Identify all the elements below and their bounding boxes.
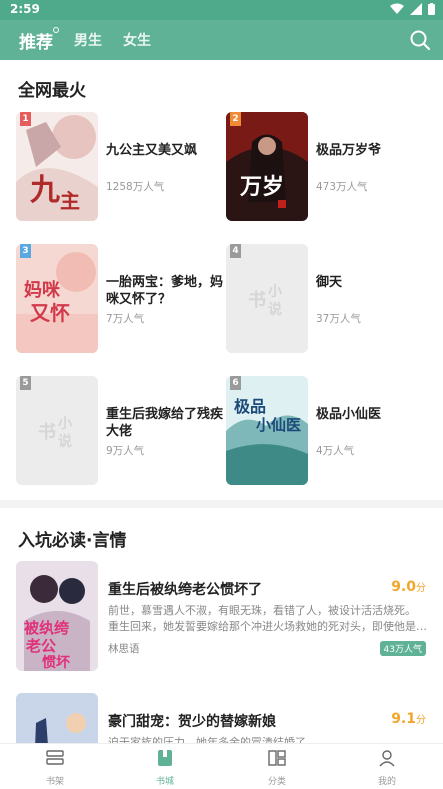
nav-label: 我的 (377, 777, 396, 787)
tab-recommend[interactable]: 推荐 (19, 28, 53, 53)
book-title: 御天 (316, 275, 343, 290)
svg-text:万岁: 万岁 (239, 174, 284, 200)
rank-badge: 4 (230, 244, 241, 258)
nav-profile[interactable]: 我的 (357, 748, 417, 787)
status-time: 2:59 (10, 2, 40, 16)
svg-text:说: 说 (268, 301, 282, 318)
book-card[interactable]: 妈咪 又怀 3 一胎两宝：爹地，妈咪又怀了？ 7万人气 (16, 244, 226, 356)
rank-badge: 2 (230, 112, 241, 126)
wifi-icon (390, 3, 404, 14)
category-icon (268, 750, 286, 766)
book-card[interactable]: 极品 小仙医 6 极品小仙医 4万人气 (226, 376, 436, 488)
svg-text:九: 九 (30, 173, 60, 208)
book-title: 重生后被纨绔老公惯坏了 (108, 582, 262, 598)
book-cover: 九 主 1 (16, 112, 98, 221)
book-title: 极品小仙医 (316, 407, 382, 422)
svg-text:说: 说 (58, 433, 72, 450)
nav-bookshelf[interactable]: 书架 (25, 748, 85, 787)
svg-text:老公: 老公 (25, 637, 56, 655)
book-score: 9.0分 (391, 579, 426, 595)
book-popularity: 9万人气 (106, 445, 145, 457)
bookstore-icon (158, 750, 172, 766)
profile-icon (379, 750, 395, 767)
book-popularity: 473万人气 (316, 181, 368, 193)
book-card[interactable]: 书 小 说 5 重生后我嫁给了残疾大佬 9万人气 (16, 376, 226, 488)
tab-female[interactable]: 女生 (123, 30, 151, 50)
svg-text:书: 书 (38, 422, 56, 443)
book-title: 重生后我嫁给了残疾大佬 (106, 407, 224, 439)
search-icon[interactable] (409, 29, 431, 51)
section-title-hot: 全网最火 (18, 81, 86, 101)
book-title: 极品万岁爷 (316, 143, 382, 158)
bookshelf-icon (46, 750, 64, 765)
book-cover: 妈咪 又怀 3 (16, 244, 98, 353)
book-cover-placeholder: 书 小 说 5 (16, 376, 98, 485)
nav-category[interactable]: 分类 (247, 748, 307, 787)
book-cover: 万岁 2 (226, 112, 308, 221)
nav-bookstore[interactable]: 书城 (135, 748, 195, 787)
tab-male[interactable]: 男生 (74, 30, 102, 50)
tab-recommend-dot (53, 27, 59, 33)
book-title: 九公主又美又飒 (106, 143, 198, 158)
svg-text:书: 书 (248, 290, 266, 311)
book-card[interactable]: 万岁 2 极品万岁爷 473万人气 (226, 112, 436, 224)
book-cover-placeholder: 书 小 说 4 (226, 244, 308, 353)
rank-badge: 3 (20, 244, 31, 258)
status-icons (390, 3, 435, 15)
svg-text:小仙医: 小仙医 (256, 416, 301, 434)
list-item[interactable]: 被纨绔 老公 惯坏 重生后被纨绔老公惯坏了 9.0分 前世，慕雪遇人不淑，有眼无… (16, 561, 428, 673)
rank-badge: 5 (20, 376, 31, 390)
svg-text:又怀: 又怀 (30, 301, 70, 325)
book-card[interactable]: 书 小 说 4 御天 37万人气 (226, 244, 436, 356)
book-author: 林思语 (108, 643, 140, 655)
svg-text:被纨绔: 被纨绔 (24, 619, 69, 637)
book-popularity: 4万人气 (316, 445, 355, 457)
section-title-romance: 入坑必读·言情 (18, 531, 127, 551)
svg-text:主: 主 (60, 189, 80, 213)
book-popularity: 7万人气 (106, 313, 145, 325)
nav-label: 书架 (45, 777, 64, 787)
book-cover: 被纨绔 老公 惯坏 (16, 561, 98, 671)
svg-text:惯坏: 惯坏 (42, 654, 70, 671)
signal-icon (410, 3, 422, 15)
section-divider (0, 500, 443, 508)
book-popularity: 37万人气 (316, 313, 361, 325)
svg-text:极品: 极品 (234, 397, 266, 416)
book-description: 前世，慕雪遇人不淑，有眼无珠，看错了人，被设计活活烧死。 重生回来，她发誓要嫁给… (108, 604, 428, 633)
battery-icon (428, 3, 435, 15)
book-title: 一胎两宝：爹地，妈咪又怀了？ (106, 275, 224, 307)
book-title: 豪门甜宠：贺少的替嫁新娘 (108, 714, 276, 730)
popularity-badge: 43万人气 (379, 641, 426, 656)
book-cover: 极品 小仙医 6 (226, 376, 308, 485)
status-bar: 2:59 (0, 0, 443, 20)
svg-text:小: 小 (58, 416, 72, 432)
bottom-nav: 书架 书城 分类 我的 (0, 743, 443, 789)
svg-text:妈咪: 妈咪 (24, 279, 61, 301)
book-popularity: 1258万人气 (106, 181, 165, 193)
top-nav: 推荐 男生 女生 (0, 20, 443, 60)
nav-label: 书城 (155, 777, 174, 787)
rank-badge: 6 (230, 376, 241, 390)
svg-text:小: 小 (268, 284, 282, 300)
nav-label: 分类 (267, 777, 286, 787)
book-score: 9.1分 (391, 711, 426, 727)
book-card[interactable]: 九 主 1 九公主又美又飒 1258万人气 (16, 112, 226, 224)
rank-badge: 1 (20, 112, 31, 126)
